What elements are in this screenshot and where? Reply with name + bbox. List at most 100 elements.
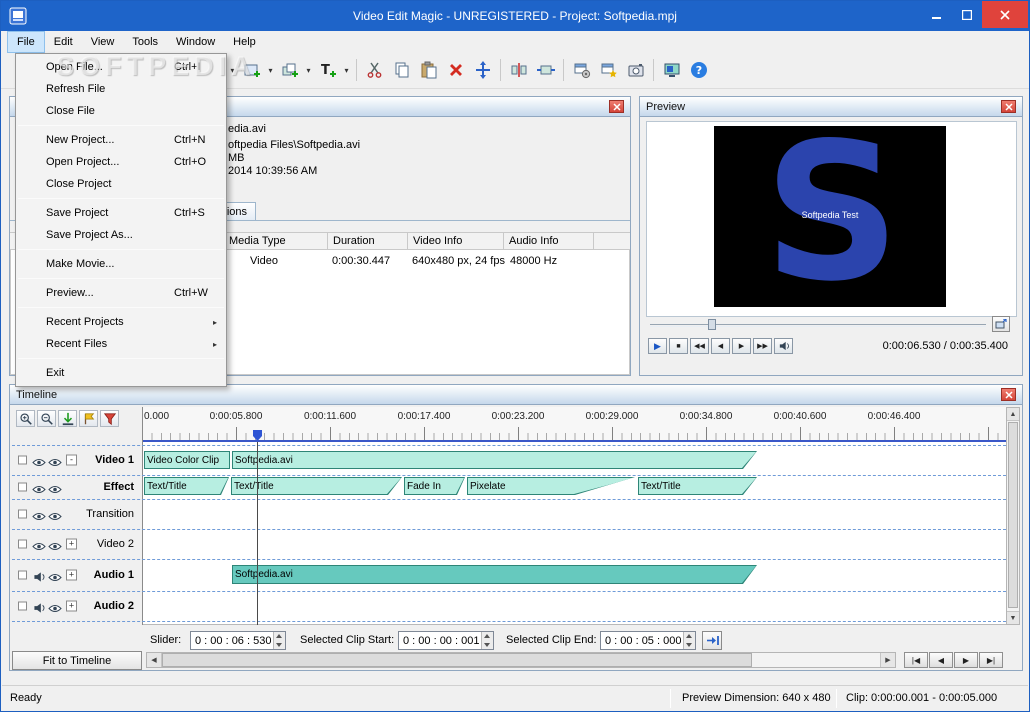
timeline-vertical-scrollbar[interactable]: ▲ ▼ xyxy=(1006,407,1020,625)
hidden-button-dropdown-icon[interactable]: ▾ xyxy=(227,56,238,84)
timeline-clip-text-title-3[interactable]: Text/Title xyxy=(638,477,757,495)
eye-icon[interactable] xyxy=(32,539,46,550)
expand-track-button[interactable]: + xyxy=(66,600,77,612)
menu-item-refresh-file[interactable]: Refresh File xyxy=(16,78,226,100)
marker-icon[interactable] xyxy=(79,410,98,427)
add-to-timeline-icon[interactable] xyxy=(58,410,77,427)
menu-file[interactable]: File xyxy=(7,31,45,53)
menu-item-save-project-as[interactable]: Save Project As... xyxy=(16,224,226,246)
menu-edit[interactable]: Edit xyxy=(45,31,82,53)
eye-icon[interactable] xyxy=(32,482,46,493)
eye-icon[interactable] xyxy=(32,455,46,466)
timeline-clip-softpedia-audio[interactable]: Softpedia.avi xyxy=(232,565,757,584)
track-select-checkbox[interactable] xyxy=(18,482,27,492)
play-button[interactable]: ▶ xyxy=(648,338,667,354)
track-select-checkbox[interactable] xyxy=(18,539,27,549)
minimize-button[interactable] xyxy=(922,1,952,28)
timeline-horizontal-scrollbar[interactable]: ◀ ▶ xyxy=(146,652,896,668)
timeline-clip-fade-in[interactable]: Fade In xyxy=(404,477,465,495)
spin-up-icon[interactable] xyxy=(684,632,695,641)
vertical-scroll-thumb[interactable] xyxy=(1008,422,1018,608)
clip-start-spinbox[interactable]: 0 : 00 : 00 : 001 xyxy=(398,631,494,650)
spin-down-icon[interactable] xyxy=(684,641,695,650)
eye-icon[interactable] xyxy=(48,570,62,581)
help-icon[interactable]: ? xyxy=(685,56,712,84)
add-video-clip-dropdown-icon[interactable]: ▾ xyxy=(265,56,276,84)
step-back-button[interactable]: ◀ xyxy=(929,652,953,668)
preview-seek-thumb[interactable] xyxy=(708,319,716,330)
track-select-checkbox[interactable] xyxy=(18,570,27,580)
spin-up-icon[interactable] xyxy=(274,632,285,641)
eye-icon[interactable] xyxy=(48,482,62,493)
add-transition-button[interactable] xyxy=(276,56,303,84)
spin-down-icon[interactable] xyxy=(274,641,285,650)
maximize-button[interactable] xyxy=(952,1,982,28)
next-frame-button[interactable]: ▶▶ xyxy=(753,338,772,354)
column-audio-info[interactable]: Audio Info xyxy=(504,233,594,249)
eye-icon[interactable] xyxy=(48,509,62,520)
menu-help[interactable]: Help xyxy=(224,31,265,53)
menu-window[interactable]: Window xyxy=(167,31,224,53)
preview-close-icon[interactable] xyxy=(1001,100,1016,113)
trim-clip-icon[interactable] xyxy=(532,56,559,84)
go-last-button[interactable]: ▶| xyxy=(979,652,1003,668)
spin-down-icon[interactable] xyxy=(482,641,493,650)
move-clip-icon[interactable] xyxy=(469,56,496,84)
add-text-dropdown-icon[interactable]: ▾ xyxy=(341,56,352,84)
eye-icon[interactable] xyxy=(32,509,46,520)
speaker-icon[interactable] xyxy=(32,601,46,613)
speaker-icon[interactable] xyxy=(32,570,46,582)
menu-item-new-project[interactable]: New Project... Ctrl+N xyxy=(16,129,226,151)
menu-view[interactable]: View xyxy=(82,31,124,53)
menu-item-recent-projects[interactable]: Recent Projects ▸ xyxy=(16,311,226,333)
timeline-close-icon[interactable] xyxy=(1001,388,1016,401)
cut-icon[interactable] xyxy=(361,56,388,84)
fit-to-timeline-button[interactable]: Fit to Timeline xyxy=(12,651,142,670)
scroll-up-icon[interactable]: ▲ xyxy=(1007,408,1019,421)
scroll-down-icon[interactable]: ▼ xyxy=(1007,611,1019,624)
menu-item-close-file[interactable]: Close File xyxy=(16,100,226,122)
track-select-checkbox[interactable] xyxy=(18,455,27,465)
stop-button[interactable]: ■ xyxy=(669,338,688,354)
eye-icon[interactable] xyxy=(48,539,62,550)
add-text-button[interactable]: T xyxy=(314,56,341,84)
effects-icon[interactable] xyxy=(595,56,622,84)
add-transition-dropdown-icon[interactable]: ▾ xyxy=(303,56,314,84)
capture-icon[interactable] xyxy=(658,56,685,84)
paste-icon[interactable] xyxy=(415,56,442,84)
add-video-clip-button[interactable] xyxy=(238,56,265,84)
clip-properties-icon[interactable] xyxy=(568,56,595,84)
column-duration[interactable]: Duration xyxy=(328,233,408,249)
timeline-clip-text-title-1[interactable]: Text/Title xyxy=(144,477,229,495)
step-forward-button[interactable]: ▶ xyxy=(954,652,978,668)
copy-icon[interactable] xyxy=(388,56,415,84)
menu-item-close-project[interactable]: Close Project xyxy=(16,173,226,195)
expand-track-button[interactable]: + xyxy=(66,569,77,581)
expand-track-button[interactable]: + xyxy=(66,538,77,550)
eye-icon[interactable] xyxy=(48,601,62,612)
menu-item-open-project[interactable]: Open Project... Ctrl+O xyxy=(16,151,226,173)
menu-item-preview[interactable]: Preview... Ctrl+W xyxy=(16,282,226,304)
media-window-close-icon[interactable] xyxy=(609,100,624,113)
timeline-tracks-area[interactable] xyxy=(142,442,1006,625)
menu-item-save-project[interactable]: Save Project Ctrl+S xyxy=(16,202,226,224)
previous-frame-button[interactable]: ◀◀ xyxy=(690,338,709,354)
zoom-in-icon[interactable] xyxy=(16,410,35,427)
slider-spinbox[interactable]: 0 : 00 : 06 : 530 xyxy=(190,631,286,650)
split-clip-icon[interactable] xyxy=(505,56,532,84)
jump-to-selection-button[interactable] xyxy=(702,631,722,650)
column-video-info[interactable]: Video Info xyxy=(408,233,504,249)
column-media-type[interactable]: Media Type xyxy=(224,233,328,249)
close-button[interactable] xyxy=(982,1,1028,28)
menu-item-open-file[interactable]: Open File... Ctrl+I xyxy=(16,56,226,78)
snapshot-icon[interactable] xyxy=(622,56,649,84)
track-select-checkbox[interactable] xyxy=(18,601,27,611)
timeline-clip-video-color[interactable]: Video Color Clip xyxy=(144,451,230,469)
scroll-right-icon[interactable]: ▶ xyxy=(880,653,895,667)
clip-end-spinbox[interactable]: 0 : 00 : 05 : 000 xyxy=(600,631,696,650)
timeline-ruler[interactable]: 0.000 0:00:05.800 0:00:11.600 0:00:17.40… xyxy=(142,407,1006,442)
playhead-line[interactable] xyxy=(257,442,258,625)
collapse-track-button[interactable]: - xyxy=(66,454,77,466)
menu-item-exit[interactable]: Exit xyxy=(16,362,226,384)
go-first-button[interactable]: |◀ xyxy=(904,652,928,668)
